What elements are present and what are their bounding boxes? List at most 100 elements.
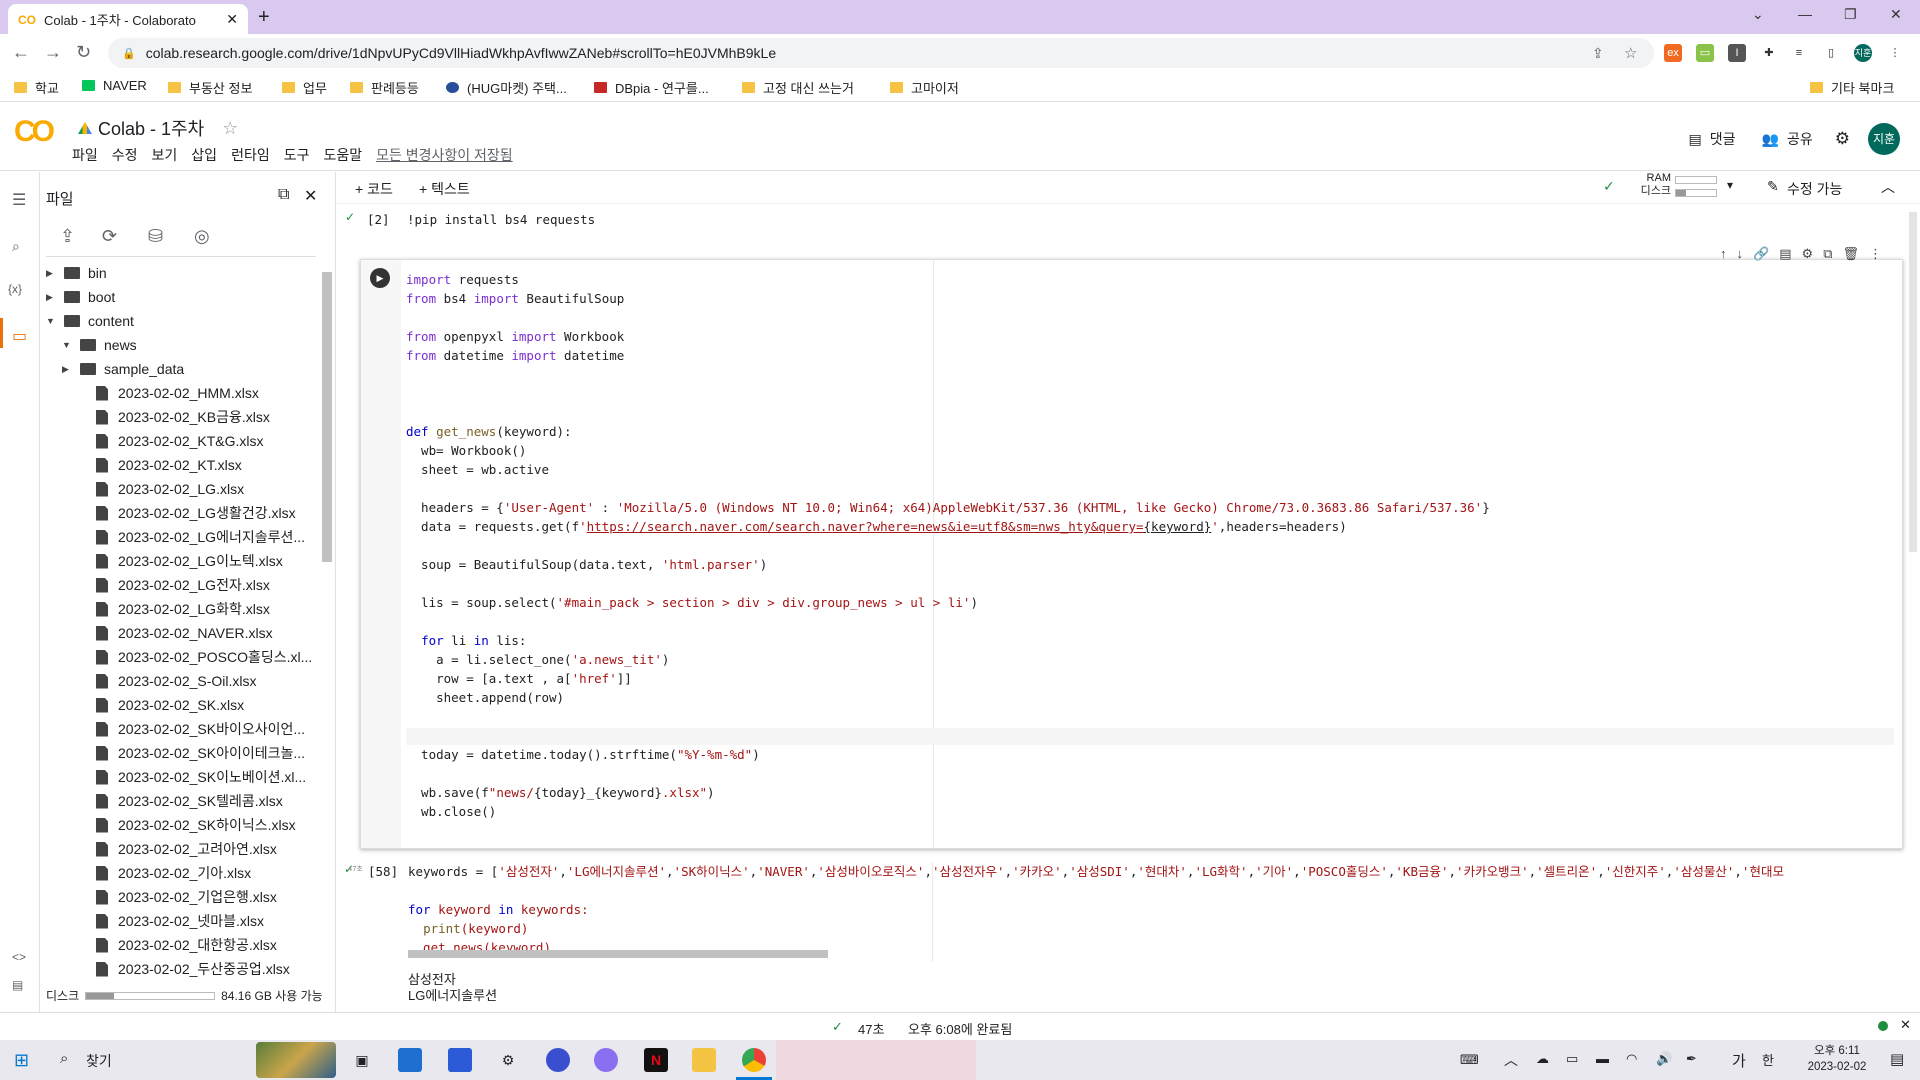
comment-icon[interactable]: ▤ [1779,246,1791,262]
bookmark-item[interactable]: NAVER [82,78,147,93]
share-page-icon[interactable]: ⇪ [1592,45,1604,62]
tree-file[interactable]: 2023-02-02_SK하이닉스.xlsx [78,814,296,836]
window-close-button[interactable]: ✕ [1890,6,1902,23]
tree-file[interactable]: 2023-02-02_LG화학.xlsx [78,598,270,620]
back-icon[interactable]: ← [12,42,30,63]
avatar[interactable]: 지훈 [1868,123,1900,155]
tree-folder[interactable]: ▶ sample_data [62,358,184,380]
forward-icon[interactable]: → [44,42,62,63]
caret-down-icon[interactable]: ▼ [46,316,58,326]
ime-mode[interactable]: 가 [1732,1050,1746,1071]
tree-folder[interactable]: ▼ content [46,310,134,332]
chevron-down-icon[interactable]: ▾ [1727,178,1733,192]
tree-file[interactable]: 2023-02-02_LG전자.xlsx [78,574,270,596]
comment-button[interactable]: 댓글 [1710,129,1736,149]
browser-tab[interactable]: CO Colab - 1주차 - Colaborato ✕ [8,4,248,34]
tree-file[interactable]: 2023-02-02_고려아연.xlsx [78,838,277,860]
mount-drive-icon[interactable]: ⛁ [148,226,163,247]
add-code-button[interactable]: + 코드 [355,179,393,199]
code-editor[interactable]: import requests from bs4 import Beautifu… [406,270,1490,821]
tree-file[interactable]: 2023-02-02_LG생활건강.xlsx [78,502,296,524]
wifi-icon[interactable]: ◠ [1626,1051,1637,1067]
reload-icon[interactable]: ↻ [76,42,91,63]
tree-file[interactable]: 2023-02-02_대한항공.xlsx [78,934,277,956]
colab-logo[interactable]: CO [14,115,55,149]
store-icon[interactable] [448,1048,472,1072]
add-text-button[interactable]: + 텍스트 [419,179,470,199]
folder-icon[interactable]: ▭ [12,326,27,346]
tab-search-icon[interactable]: ⌄ [1752,6,1764,23]
save-status[interactable]: 모든 변경사항이 저장됨 [376,145,513,165]
command-palette-icon[interactable]: ▤ [12,978,23,992]
caret-right-icon[interactable]: ▶ [46,268,58,279]
menu-tools[interactable]: 도구 [284,145,310,165]
collapse-header-icon[interactable]: ︿ [1881,177,1895,197]
tree-file[interactable]: 2023-02-02_SK아이이테크놀... [78,742,305,764]
upload-icon[interactable]: ⇪ [60,226,75,247]
search-icon[interactable]: ⌕ [12,238,20,255]
move-up-icon[interactable]: ↑ [1720,246,1727,262]
tree-file[interactable]: 2023-02-02_SK이노베이션.xl... [78,766,306,788]
hide-files-icon[interactable]: ◎ [194,226,210,247]
notebook-name[interactable]: Colab - 1주차 [98,115,204,141]
bookmark-item[interactable]: 업무 [282,78,327,97]
tree-folder[interactable]: ▶ boot [46,286,115,308]
variables-icon[interactable]: {x} [8,282,22,296]
notebook-scrollbar[interactable] [1909,212,1917,552]
code-snippets-icon[interactable]: <> [12,950,26,964]
file-tree-scrollbar[interactable] [322,272,332,562]
task-view-icon[interactable]: ▣ [350,1048,374,1072]
tray-icon[interactable]: ▭ [1566,1051,1578,1067]
tree-file[interactable]: 2023-02-02_SK.xlsx [78,694,244,716]
bookmark-item[interactable]: 부동산 정보 [168,78,252,97]
ime-hangul[interactable]: 한 [1762,1050,1774,1069]
extension-icon[interactable]: I [1728,44,1746,62]
share-button[interactable]: 공유 [1787,129,1813,149]
code-cell[interactable]: ▶ ↑ ↓ 🔗 ▤ ⚙ ⧉ 🗑 ⋮ import requests from b… [360,246,1903,849]
pen-icon[interactable]: ✒ [1686,1051,1697,1067]
move-down-icon[interactable]: ↓ [1737,246,1744,262]
bookmark-item[interactable]: 고정 대신 쓰는거 [742,78,854,97]
settings-gear-icon[interactable]: ⚙ [1802,246,1814,262]
bookmark-item[interactable]: DBpia - 연구를... [594,78,709,97]
extension-icon[interactable]: ex [1664,44,1682,62]
settings-gear-icon[interactable]: ⚙ [496,1048,520,1072]
tree-file[interactable]: 2023-02-02_넷마블.xlsx [78,910,264,932]
delete-icon[interactable]: 🗑 [1842,246,1859,262]
bookmark-item[interactable]: (HUG마켓) 주택... [446,78,567,97]
tree-file[interactable]: 2023-02-02_HMM.xlsx [78,382,259,404]
tree-file[interactable]: 2023-02-02_LG이노텍.xlsx [78,550,283,572]
battery-icon[interactable]: ▬ [1596,1051,1609,1066]
volume-icon[interactable]: 🔊 [1656,1051,1672,1067]
code-cell[interactable]: ✓ 47초 [58] keywords = ['삼성전자','LG에너지솔루션'… [344,862,1903,1012]
close-icon[interactable]: ✕ [304,186,317,206]
bookmark-item[interactable]: 학교 [14,78,59,97]
tree-folder[interactable]: ▶ bin [46,262,107,284]
code-editor[interactable]: keywords = ['삼성전자','LG에너지솔루션','SK하이닉스','… [408,862,1808,957]
app-icon[interactable] [546,1048,570,1072]
menu-insert[interactable]: 삽입 [191,145,217,165]
tree-file[interactable]: 2023-02-02_두산중공업.xlsx [78,958,290,980]
refresh-folder-icon[interactable]: ⟳ [102,226,117,247]
extension-icon[interactable]: ▭ [1696,44,1714,62]
mirror-cell-icon[interactable]: ⧉ [1823,246,1832,262]
app-icon[interactable] [594,1048,618,1072]
close-icon[interactable]: ✕ [1900,1017,1911,1033]
tree-file[interactable]: 2023-02-02_기아.xlsx [78,862,251,884]
tree-file[interactable]: 2023-02-02_기업은행.xlsx [78,886,277,908]
menu-help[interactable]: 도움말 [323,145,362,165]
edit-mode-button[interactable]: 수정 가능 [1787,179,1842,199]
run-cell-button[interactable]: ▶ [370,268,390,288]
more-icon[interactable]: ⋮ [1869,246,1882,262]
profile-avatar[interactable]: 지훈 [1854,44,1872,62]
close-tab-icon[interactable]: ✕ [226,11,238,28]
code-line[interactable]: !pip install bs4 requests [407,212,595,227]
tree-file[interactable]: 2023-02-02_KB금융.xlsx [78,406,270,428]
chevron-up-icon[interactable]: ︿ [1504,1050,1518,1070]
windows-start-icon[interactable]: ⊞ [14,1050,29,1071]
other-bookmarks[interactable]: 기타 북마크 [1810,78,1894,97]
netflix-icon[interactable]: N [644,1048,668,1072]
keyboard-icon[interactable]: ⌨ [1460,1052,1479,1068]
link-icon[interactable]: 🔗 [1753,246,1769,262]
resource-labels[interactable]: RAM 디스크 [1627,172,1671,198]
